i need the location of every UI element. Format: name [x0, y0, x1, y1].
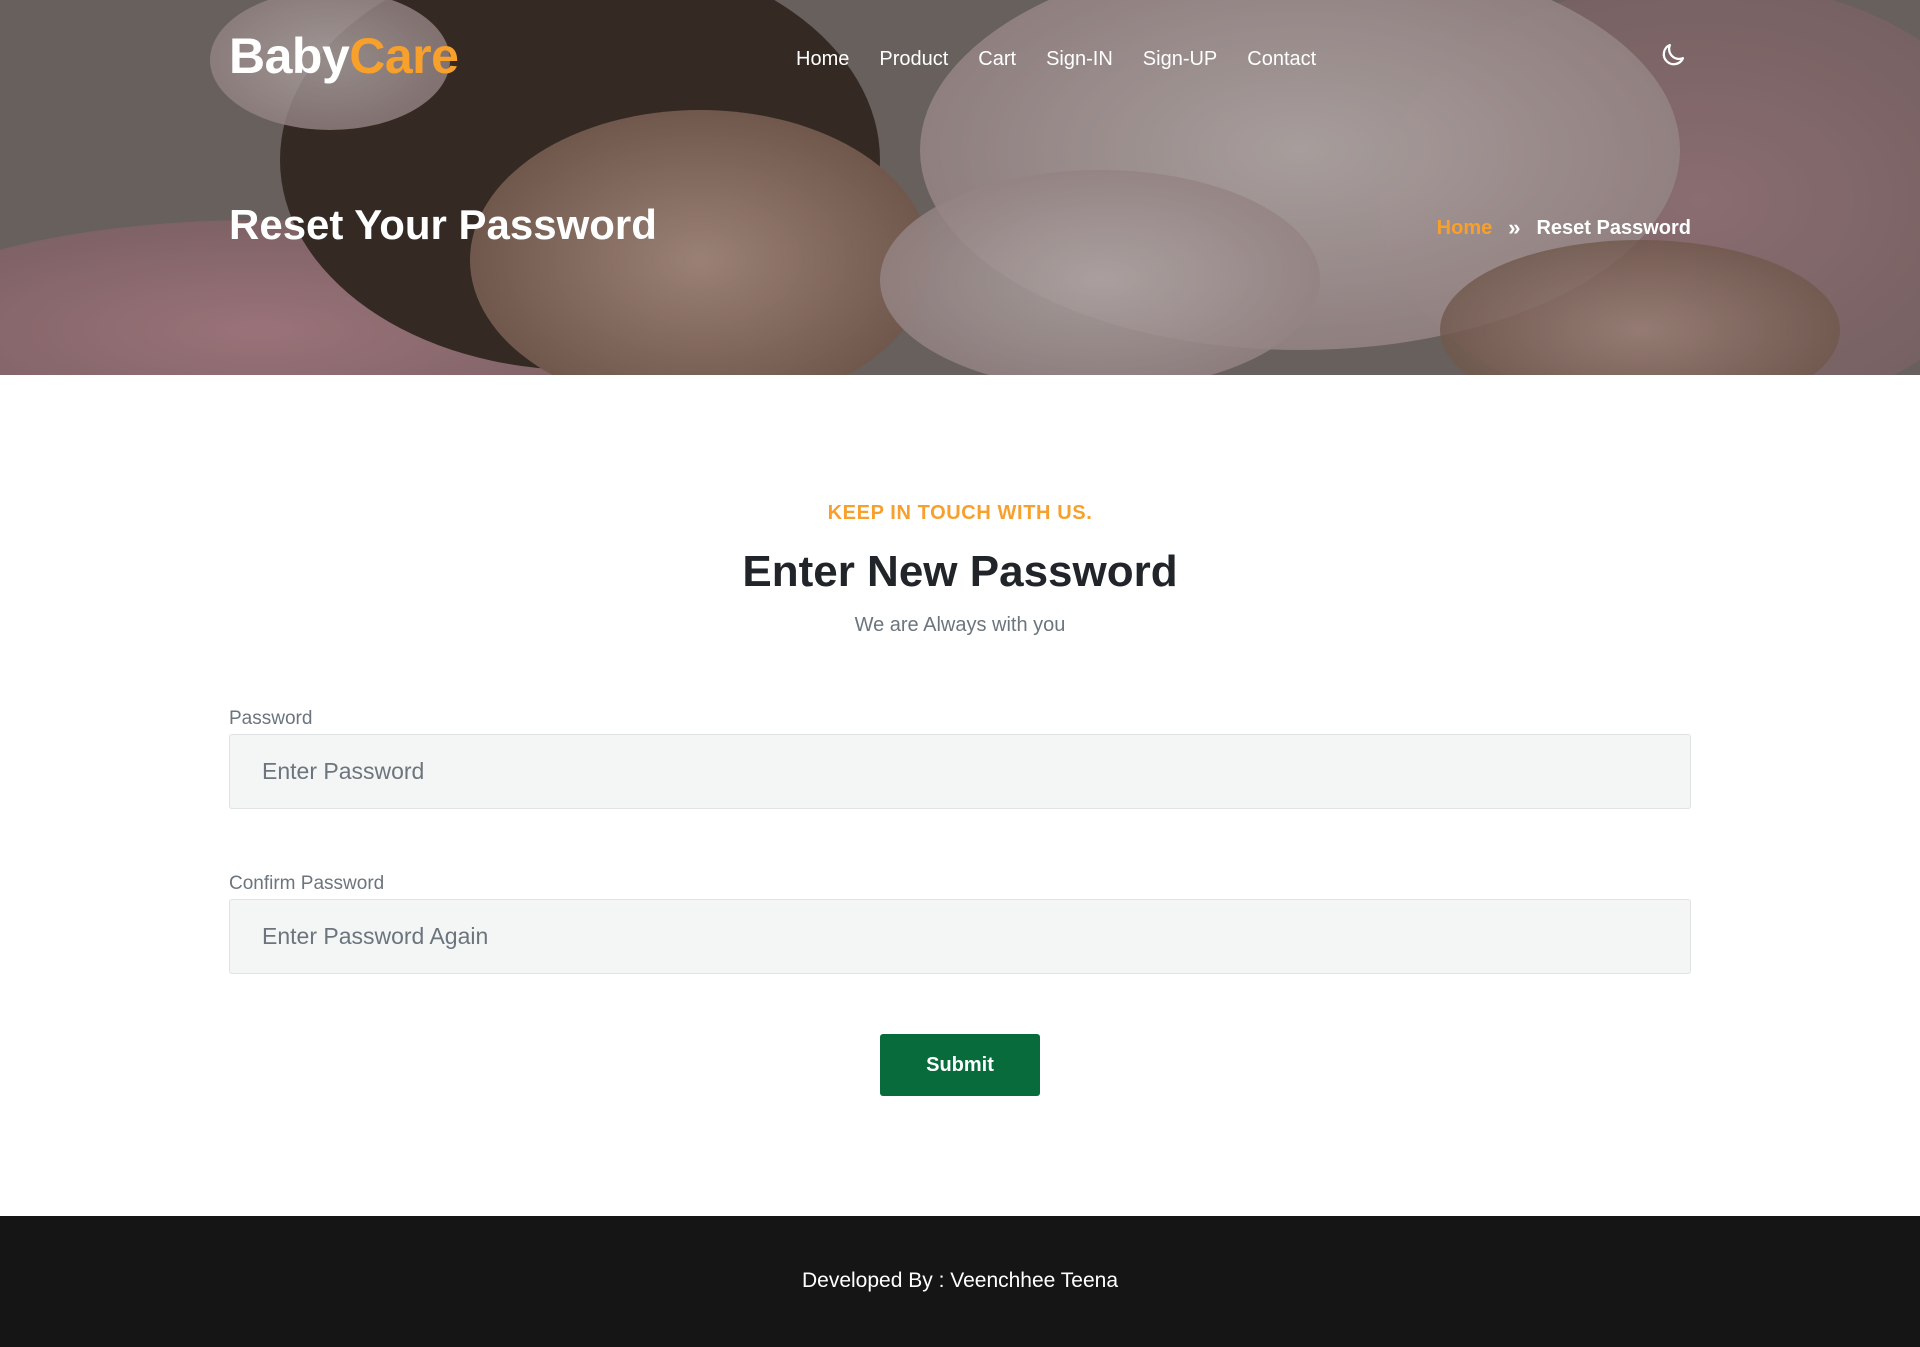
submit-button[interactable]: Submit — [880, 1034, 1040, 1096]
page-title: Reset Your Password — [229, 201, 657, 248]
password-input[interactable] — [229, 734, 1691, 809]
breadcrumb-current: Reset Password — [1536, 217, 1691, 239]
main-nav: Home Product Cart Sign-IN Sign-UP Contac… — [796, 46, 1316, 72]
breadcrumb: Home » Reset Password — [1437, 215, 1691, 241]
nav-home[interactable]: Home — [796, 46, 849, 72]
nav-product[interactable]: Product — [879, 46, 948, 72]
confirm-password-label: Confirm Password — [229, 873, 385, 894]
brand-name-part1: Baby — [229, 28, 350, 84]
section-subtitle: We are Always with you — [854, 614, 1066, 636]
brand-logo[interactable]: BabyCare — [229, 28, 459, 84]
breadcrumb-separator: » — [1508, 215, 1521, 240]
nav-sign-in[interactable]: Sign-IN — [1046, 46, 1113, 72]
confirm-password-input[interactable] — [229, 899, 1691, 974]
nav-cart[interactable]: Cart — [978, 46, 1016, 72]
moon-icon[interactable] — [1658, 40, 1688, 70]
brand-name-part2: Care — [349, 28, 459, 84]
footer: Developed By : Veenchhee Teena — [0, 1216, 1920, 1347]
section-title: Enter New Password — [742, 547, 1178, 596]
password-label: Password — [229, 708, 313, 729]
footer-credit: Developed By : Veenchhee Teena — [801, 1269, 1119, 1292]
nav-contact[interactable]: Contact — [1247, 46, 1316, 72]
nav-sign-up[interactable]: Sign-UP — [1143, 46, 1217, 72]
breadcrumb-home-link[interactable]: Home — [1437, 215, 1493, 241]
hero-banner: BabyCare Home Product Cart Sign-IN Sign-… — [0, 0, 1920, 375]
section-tagline: KEEP IN TOUCH WITH US. — [827, 502, 1093, 524]
